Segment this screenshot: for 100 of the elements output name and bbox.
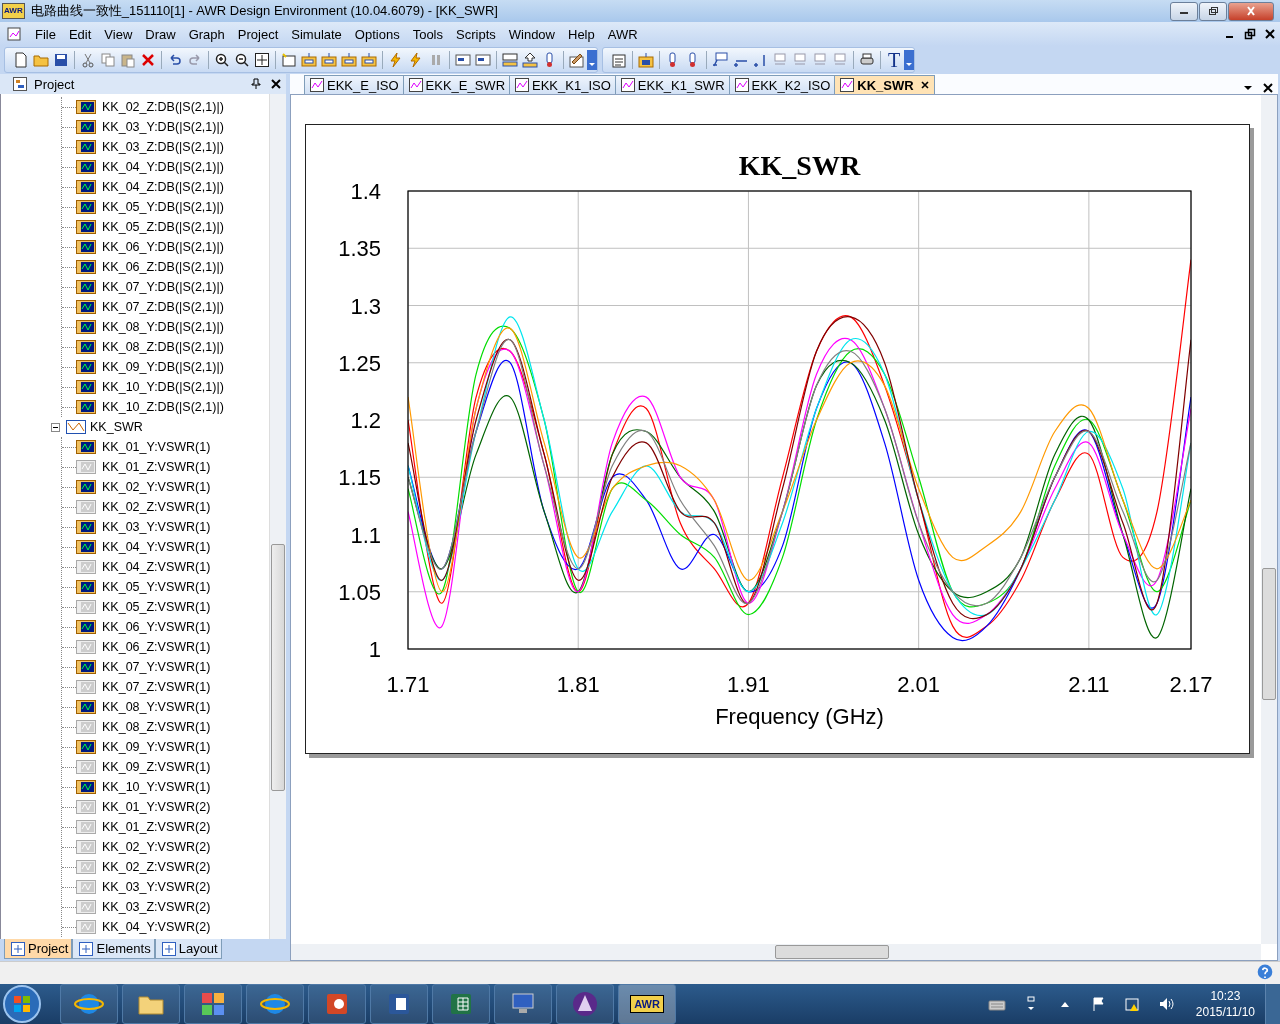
tree-item[interactable]: KK_02_Z:DB(|S(2,1)|)	[102, 100, 224, 114]
marker-icon[interactable]	[712, 52, 728, 68]
close-icon[interactable]	[270, 78, 282, 90]
new-graph-icon[interactable]	[281, 52, 297, 68]
document-tab[interactable]: EKK_K2_ISO	[728, 75, 836, 94]
clipboard-icon[interactable]	[120, 52, 136, 68]
delete-icon[interactable]	[140, 52, 156, 68]
undo-icon[interactable]	[167, 52, 183, 68]
menu-item[interactable]: File	[30, 26, 64, 42]
scrollbar[interactable]	[269, 94, 286, 939]
zoom-in-icon[interactable]	[214, 52, 230, 68]
tree-item[interactable]: KK_08_Y:VSWR(1)	[102, 700, 211, 714]
lightning-icon[interactable]	[408, 52, 424, 68]
tree-item[interactable]: KK_01_Z:VSWR(2)	[102, 820, 211, 834]
tree-item[interactable]: KK_10_Z:DB(|S(2,1)|)	[102, 400, 224, 414]
tree-item[interactable]: KK_04_Z:VSWR(1)	[102, 560, 211, 574]
toolbar-overflow-icon[interactable]	[904, 48, 915, 72]
tree-item[interactable]: KK_03_Z:VSWR(2)	[102, 900, 211, 914]
pin-icon[interactable]	[250, 78, 262, 90]
network-warning-icon[interactable]	[1123, 996, 1142, 1012]
window-icon[interactable]	[455, 52, 471, 68]
restore-button[interactable]	[1199, 1, 1227, 21]
tree-item[interactable]: KK_05_Y:VSWR(1)	[102, 580, 211, 594]
tree-item[interactable]: KK_05_Y:DB(|S(2,1)|)	[102, 200, 224, 214]
tree-item[interactable]: KK_02_Y:VSWR(2)	[102, 840, 211, 854]
properties-icon[interactable]	[611, 52, 627, 68]
tree-item[interactable]: KK_06_Z:VSWR(1)	[102, 640, 211, 654]
taskbar-button[interactable]	[308, 984, 366, 1024]
menu-item[interactable]: Simulate	[286, 26, 350, 42]
tree-item[interactable]: KK_01_Y:VSWR(1)	[102, 440, 211, 454]
tree-item[interactable]: KK_07_Y:VSWR(1)	[102, 660, 211, 674]
scrollbar[interactable]	[291, 944, 1261, 960]
tree-item[interactable]: KK_03_Y:VSWR(1)	[102, 520, 211, 534]
document-tab[interactable]: EKK_K1_SWR	[614, 75, 730, 94]
menu-item[interactable]: Window	[503, 26, 563, 42]
tree-item[interactable]: KK_09_Y:DB(|S(2,1)|)	[102, 360, 224, 374]
menu-item[interactable]: AWR	[602, 26, 646, 42]
text-tool-button[interactable]: T	[884, 50, 905, 70]
block-icon[interactable]	[341, 52, 357, 68]
close-icon[interactable]	[1262, 82, 1274, 94]
tree-item[interactable]: KK_02_Y:VSWR(1)	[102, 480, 211, 494]
document-tab[interactable]: EKK_E_ISO	[304, 75, 404, 94]
floppy-icon[interactable]	[53, 52, 69, 68]
close-icon[interactable]	[1264, 28, 1276, 40]
toolbar-overflow-icon[interactable]	[587, 48, 597, 72]
panel-tab[interactable]: Layout	[154, 939, 222, 959]
tree-item[interactable]: KK_04_Y:VSWR(1)	[102, 540, 211, 554]
tree-item[interactable]: KK_08_Y:DB(|S(2,1)|)	[102, 320, 224, 334]
menu-item[interactable]: Project	[232, 26, 287, 42]
page-icon[interactable]	[13, 52, 29, 68]
taskbar-button[interactable]	[556, 984, 614, 1024]
wrench-icon[interactable]	[569, 52, 585, 68]
upload-icon[interactable]	[522, 52, 538, 68]
menu-item[interactable]: Draw	[140, 26, 184, 42]
close-icon[interactable]	[919, 80, 930, 90]
taskbar-button[interactable]: AWR	[618, 984, 676, 1024]
taskbar-button[interactable]	[370, 984, 428, 1024]
menu-item[interactable]: Graph	[183, 26, 233, 42]
tree-item[interactable]: KK_SWR	[90, 420, 143, 434]
tree-item[interactable]: KK_01_Z:VSWR(1)	[102, 460, 211, 474]
speaker-icon[interactable]	[1157, 996, 1176, 1012]
minimize-button[interactable]	[1170, 1, 1198, 21]
tree-item[interactable]: KK_04_Y:DB(|S(2,1)|)	[102, 160, 224, 174]
printer-icon[interactable]	[859, 52, 875, 68]
tree-item[interactable]: KK_05_Z:VSWR(1)	[102, 600, 211, 614]
menu-item[interactable]: Scripts	[451, 26, 504, 42]
tree-item[interactable]: KK_06_Y:DB(|S(2,1)|)	[102, 240, 224, 254]
taskbar-button[interactable]	[60, 984, 118, 1024]
tree-item[interactable]: KK_05_Z:DB(|S(2,1)|)	[102, 220, 224, 234]
window-icon[interactable]	[475, 52, 491, 68]
tree-item[interactable]: KK_10_Y:DB(|S(2,1)|)	[102, 380, 224, 394]
block-icon[interactable]	[301, 52, 317, 68]
tree-item[interactable]: KK_03_Y:DB(|S(2,1)|)	[102, 120, 224, 134]
menu-item[interactable]: Help	[563, 26, 603, 42]
tree-item[interactable]: KK_08_Z:VSWR(1)	[102, 720, 211, 734]
help-icon[interactable]	[1256, 964, 1274, 982]
tree-item[interactable]: KK_04_Z:DB(|S(2,1)|)	[102, 180, 224, 194]
menu-item[interactable]: View	[99, 26, 141, 42]
menu-item[interactable]: Tools	[407, 26, 451, 42]
zoom-out-icon[interactable]	[234, 52, 250, 68]
tree-item[interactable]: KK_02_Z:VSWR(2)	[102, 860, 211, 874]
block-icon[interactable]	[361, 52, 377, 68]
scrollbar[interactable]	[1261, 95, 1277, 944]
menu-item[interactable]: Options	[349, 26, 408, 42]
tree-item[interactable]: KK_07_Z:VSWR(1)	[102, 680, 211, 694]
tree-item[interactable]: KK_02_Z:VSWR(1)	[102, 500, 211, 514]
tree-item[interactable]: KK_10_Y:VSWR(1)	[102, 780, 211, 794]
clock-time[interactable]: 10:23	[1210, 988, 1241, 1004]
document-tab[interactable]: KK_SWR	[834, 75, 935, 94]
tree-item[interactable]: KK_09_Z:VSWR(1)	[102, 760, 211, 774]
tree-item[interactable]: KK_01_Y:VSWR(2)	[102, 800, 211, 814]
restore-icon[interactable]	[1244, 28, 1256, 40]
document-tab[interactable]: EKK_E_SWR	[402, 75, 511, 94]
panel-tab[interactable]: Project	[4, 939, 73, 959]
taskbar-button[interactable]	[432, 984, 490, 1024]
tree-item[interactable]: KK_06_Y:VSWR(1)	[102, 620, 211, 634]
close-button[interactable]	[1228, 1, 1274, 21]
tree-item[interactable]: KK_09_Y:VSWR(1)	[102, 740, 211, 754]
taskbar-button[interactable]	[184, 984, 242, 1024]
start-button[interactable]	[2, 984, 42, 1024]
